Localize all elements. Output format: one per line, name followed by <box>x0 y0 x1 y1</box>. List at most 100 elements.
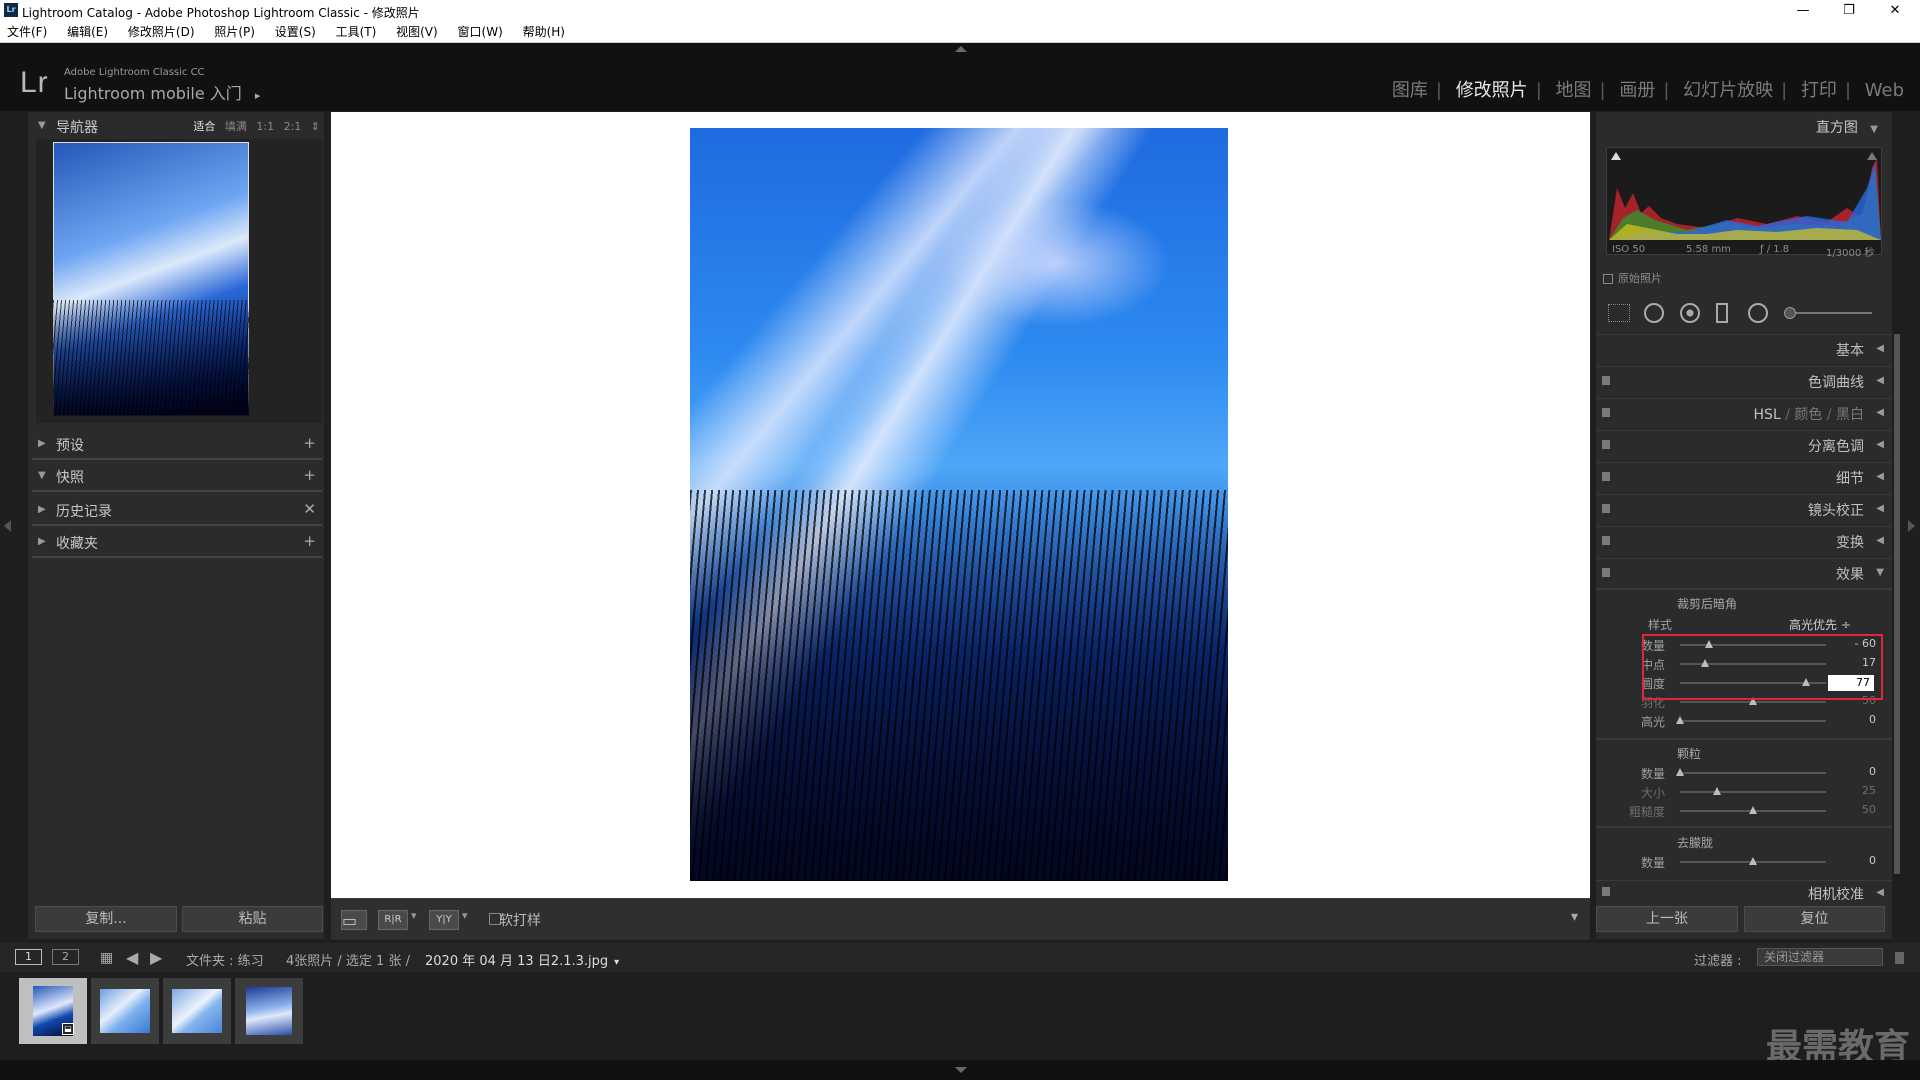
paste-button[interactable]: 粘贴 <box>182 906 323 932</box>
slider-value[interactable]: 0 <box>1869 713 1876 726</box>
back-arrow-icon[interactable]: ◀ <box>126 948 138 967</box>
grain-roughness-slider[interactable]: 粗糙度 50 <box>1596 802 1892 820</box>
collections-header[interactable]: ▶ 收藏夹 + <box>28 528 324 556</box>
dehaze-amount-slider[interactable]: 数量 0 <box>1596 853 1892 871</box>
filmstrip-thumb[interactable]: ⬓ <box>19 978 87 1044</box>
slider-knob[interactable] <box>1676 716 1684 724</box>
effects-header[interactable]: 效果 ▼ <box>1596 558 1892 586</box>
graduated-filter-icon[interactable] <box>1716 303 1728 323</box>
top-panel-toggle-icon[interactable] <box>955 46 967 52</box>
before-after-dropdown-icon[interactable]: ▾ <box>411 909 417 922</box>
zoom-1-1[interactable]: 1:1 <box>256 120 274 133</box>
radial-filter-icon[interactable] <box>1748 303 1768 323</box>
panel-switch-icon[interactable] <box>1602 504 1610 513</box>
filter-dropdown[interactable]: 关闭过滤器 <box>1757 948 1883 966</box>
menu-settings[interactable]: 设置(S) <box>275 22 316 43</box>
split-toning-header[interactable]: 分离色调 ◀ <box>1596 430 1892 458</box>
add-preset-icon[interactable]: + <box>303 434 316 452</box>
shadow-clipping-icon[interactable] <box>1611 152 1621 160</box>
slider-knob[interactable] <box>1749 806 1757 814</box>
current-filename[interactable]: 2020 年 04 月 13 日2.1.3.jpg ▾ <box>425 950 619 969</box>
module-slideshow[interactable]: 幻灯片放映 <box>1683 80 1773 101</box>
slider-knob[interactable] <box>1749 857 1757 865</box>
before-after-yy-icon[interactable]: Y|Y <box>429 910 459 930</box>
spot-removal-icon[interactable] <box>1644 303 1664 323</box>
add-snapshot-icon[interactable]: + <box>303 466 316 484</box>
menu-develop[interactable]: 修改照片(D) <box>128 22 195 43</box>
vignette-highlights-slider[interactable]: 高光 0 <box>1596 712 1892 730</box>
filmstrip-thumb[interactable] <box>163 978 231 1044</box>
slider-track[interactable] <box>1680 772 1826 774</box>
copy-button[interactable]: 复制... <box>35 906 177 932</box>
presets-header[interactable]: ▶ 预设 + <box>28 430 324 458</box>
slider-value[interactable]: 50 <box>1862 803 1876 816</box>
right-panel-scroll-thumb[interactable] <box>1894 334 1900 874</box>
module-web[interactable]: Web <box>1865 80 1904 101</box>
right-panel-toggle-icon[interactable] <box>1908 520 1915 532</box>
second-window-button[interactable]: 2 <box>52 949 79 965</box>
grid-view-icon[interactable]: ▦ <box>100 950 113 966</box>
adjustment-brush-icon[interactable] <box>1784 307 1796 319</box>
slider-value[interactable]: 0 <box>1869 765 1876 778</box>
slider-track[interactable] <box>1680 720 1826 722</box>
module-map[interactable]: 地图 <box>1556 80 1592 101</box>
menu-photo[interactable]: 照片(P) <box>214 22 255 43</box>
menu-help[interactable]: 帮助(H) <box>523 22 565 43</box>
before-after-lr-icon[interactable]: R|R <box>378 910 408 930</box>
red-eye-icon[interactable] <box>1680 303 1700 323</box>
restore-button[interactable]: ❐ <box>1826 0 1872 22</box>
module-print[interactable]: 打印 <box>1801 80 1837 101</box>
before-after-dropdown-icon[interactable]: ▾ <box>462 909 468 922</box>
clear-history-icon[interactable]: ✕ <box>303 500 316 518</box>
minimize-button[interactable]: — <box>1780 0 1826 22</box>
histogram-header[interactable]: 直方图 ▼ <box>1816 117 1878 137</box>
previous-button[interactable]: 上一张 <box>1596 906 1738 932</box>
menu-view[interactable]: 视图(V) <box>396 22 438 43</box>
menu-window[interactable]: 窗口(W) <box>458 22 503 43</box>
vignette-style-dropdown[interactable]: 高光优先 ÷ <box>1789 616 1851 633</box>
hsl-header[interactable]: HSL / 颜色 / 黑白 ◀ <box>1596 398 1892 426</box>
close-button[interactable]: ✕ <box>1872 0 1918 22</box>
zoom-spinner-icon[interactable]: ⇕ <box>311 120 320 133</box>
forward-arrow-icon[interactable]: ▶ <box>150 948 162 967</box>
transform-header[interactable]: 变换 ◀ <box>1596 526 1892 554</box>
module-book[interactable]: 画册 <box>1619 80 1655 101</box>
slider-knob[interactable] <box>1676 768 1684 776</box>
reset-button[interactable]: 复位 <box>1744 906 1885 932</box>
color-tab[interactable]: 颜色 <box>1794 407 1822 423</box>
highlight-clipping-icon[interactable] <box>1867 152 1877 160</box>
loupe-view-icon[interactable]: ▭ <box>341 910 367 930</box>
filmstrip-toggle-icon[interactable] <box>955 1067 967 1073</box>
grain-size-slider[interactable]: 大小 25 <box>1596 783 1892 801</box>
panel-switch-icon[interactable] <box>1602 376 1610 385</box>
history-header[interactable]: ▶ 历史记录 ✕ <box>28 496 324 524</box>
main-window-button[interactable]: 1 <box>15 949 42 965</box>
grain-amount-slider[interactable]: 数量 0 <box>1596 764 1892 782</box>
detail-header[interactable]: 细节 ◀ <box>1596 462 1892 490</box>
panel-switch-icon[interactable] <box>1602 408 1610 417</box>
panel-switch-icon[interactable] <box>1602 568 1610 577</box>
menu-file[interactable]: 文件(F) <box>7 22 47 43</box>
add-collection-icon[interactable]: + <box>303 532 316 550</box>
original-photo-checkbox[interactable] <box>1603 274 1613 284</box>
module-develop[interactable]: 修改照片 <box>1456 80 1528 101</box>
brand-line2[interactable]: Lightroom mobile 入门 ▸ <box>64 80 260 104</box>
left-panel-toggle-icon[interactable] <box>4 520 11 532</box>
histogram[interactable] <box>1606 147 1882 255</box>
basic-header[interactable]: 基本 ◀ <box>1596 334 1892 362</box>
bw-tab[interactable]: 黑白 <box>1836 407 1864 423</box>
slider-track[interactable] <box>1680 791 1826 793</box>
toolbar-content-dropdown-icon[interactable]: ▾ <box>1571 909 1578 925</box>
lens-corrections-header[interactable]: 镜头校正 ◀ <box>1596 494 1892 522</box>
filter-lock-icon[interactable] <box>1895 952 1904 964</box>
snapshots-header[interactable]: ▼ 快照 + <box>28 462 324 490</box>
panel-switch-icon[interactable] <box>1602 536 1610 545</box>
menu-tools[interactable]: 工具(T) <box>336 22 377 43</box>
panel-switch-icon[interactable] <box>1602 440 1610 449</box>
filmstrip-thumb[interactable] <box>235 978 303 1044</box>
panel-switch-icon[interactable] <box>1602 472 1610 481</box>
zoom-fit[interactable]: 适合 <box>193 120 215 133</box>
crop-overlay-icon[interactable] <box>1608 304 1630 322</box>
slider-knob[interactable] <box>1712 787 1721 795</box>
hsl-tab[interactable]: HSL <box>1754 407 1781 423</box>
